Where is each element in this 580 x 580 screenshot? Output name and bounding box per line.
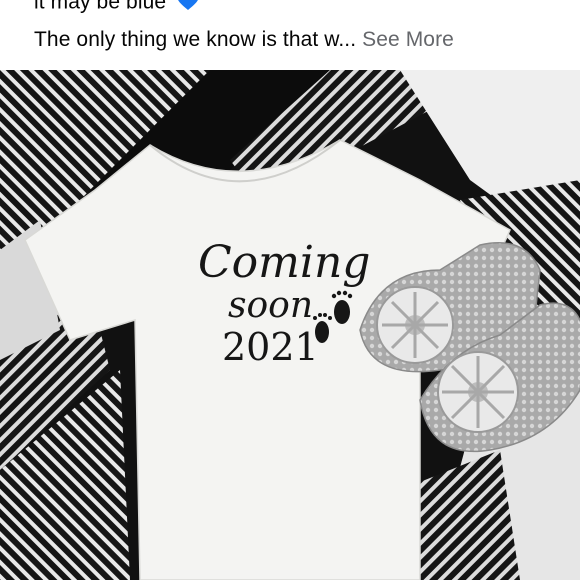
post-caption: it may be blue The only thing we know is… bbox=[0, 0, 580, 70]
caption-line-2: The only thing we know is that w... See … bbox=[34, 28, 454, 52]
caption-text-1: it may be blue bbox=[34, 0, 167, 14]
photo-illustration: Coming soon 2021 bbox=[0, 70, 580, 580]
onesie-print-line-3: 2021 bbox=[222, 325, 319, 369]
post-container: it may be blue The only thing we know is… bbox=[0, 0, 580, 580]
caption-text-2: The only thing we know is that w... bbox=[34, 28, 357, 51]
blue-heart-icon bbox=[176, 0, 200, 17]
see-more-link[interactable]: See More bbox=[362, 28, 454, 51]
onesie-print-line-2: soon bbox=[228, 285, 313, 326]
post-photo[interactable]: Coming soon 2021 bbox=[0, 70, 580, 580]
caption-line-1: it may be blue bbox=[34, 0, 200, 17]
onesie-print-line-1: Coming bbox=[198, 237, 370, 288]
